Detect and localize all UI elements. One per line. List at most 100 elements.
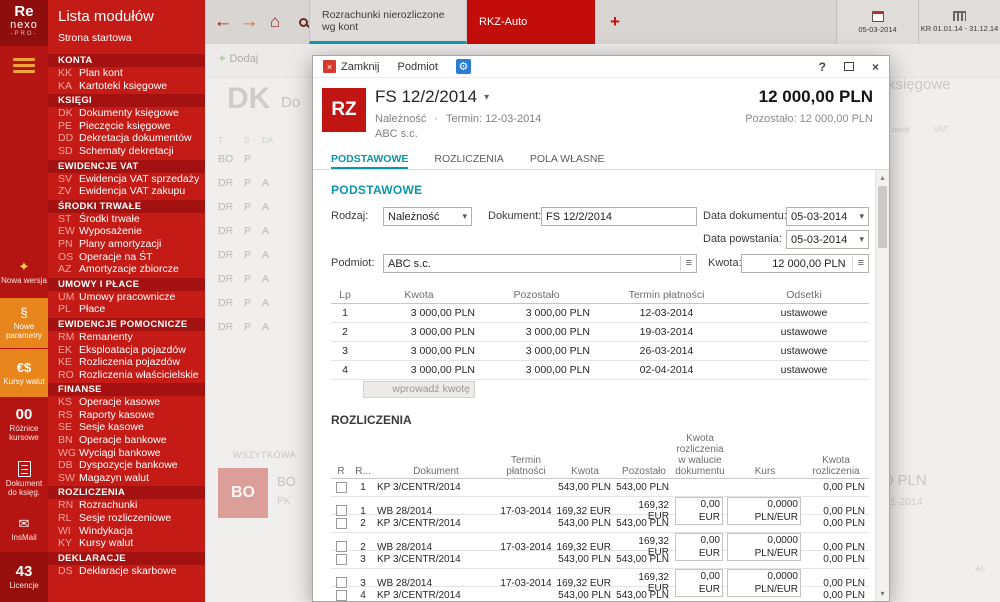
sidebar-item-sw[interactable]: SW Magazyn walut — [48, 472, 205, 485]
sidebar-item-pn[interactable]: PN Plany amortyzacji — [48, 238, 205, 251]
sidebar-item-pl[interactable]: PL Płace — [48, 303, 205, 316]
row-checkbox[interactable] — [335, 541, 347, 553]
rail-item-exchange-rates[interactable]: €$ Kursy walut — [0, 349, 48, 397]
data-powstania-select[interactable]: 05-03-2014 ▾ — [786, 230, 869, 249]
rail-item-insmail[interactable]: ✉ InsMail — [0, 509, 48, 549]
close-button[interactable]: × — [872, 60, 879, 74]
sidebar-item-rn[interactable]: RN Rozrachunki — [48, 499, 205, 512]
tab-pola-wlasne[interactable]: POLA WŁASNE — [530, 151, 605, 169]
sidebar-item-se[interactable]: SE Sesje kasowe — [48, 421, 205, 434]
sidebar-item-sd[interactable]: SD Schematy dekretacji — [48, 145, 205, 158]
data-dokumentu-select[interactable]: 05-03-2014 ▾ — [786, 207, 869, 226]
new-tab-button[interactable]: + — [603, 0, 627, 44]
module-code: SE — [58, 421, 73, 434]
sidebar-item-wg[interactable]: WG Wyciągi bankowe — [48, 447, 205, 460]
kwota-input[interactable]: 12 000,00 PLN ≡ — [741, 254, 869, 273]
scroll-down-icon[interactable]: ▾ — [876, 587, 889, 600]
kwota-waluta-input[interactable]: 0,00 EUR — [675, 569, 723, 597]
sidebar-item-ek[interactable]: EK Eksploatacja pojazdów — [48, 344, 205, 357]
rail-item-exchange-differences[interactable]: 00 Różnice kursowe — [0, 401, 48, 447]
menu-icon[interactable] — [13, 58, 35, 76]
row-checkbox[interactable] — [335, 517, 347, 529]
kwota-waluta-input[interactable]: 0,00 EUR — [675, 533, 723, 561]
module-label: Sesje rozliczeniowe — [79, 512, 172, 525]
schedule-row[interactable]: 3 3 000,00 PLN 3 000,00 PLN 26-03-2014 ustaw… — [331, 342, 869, 361]
row-checkbox[interactable] — [335, 481, 347, 493]
sidebar-item-kk[interactable]: KK Plan kont — [48, 67, 205, 80]
sidebar-item-sv[interactable]: SV Ewidencja VAT sprzedaży — [48, 173, 205, 186]
select-cell — [331, 517, 351, 529]
sidebar-item-db[interactable]: DB Dyspozycje bankowe — [48, 459, 205, 472]
schedule-row[interactable]: 4 3 000,00 PLN 3 000,00 PLN 02-04-2014 ustaw… — [331, 361, 869, 380]
podmiot-input[interactable]: ABC s.c. ≡ — [383, 254, 697, 273]
dialog-scrollbar[interactable]: ▴ ▾ — [875, 170, 889, 601]
period-widget[interactable]: KR 01.01.14 - 31.12.14 — [918, 0, 1000, 44]
close-menu-item[interactable]: × Zamknij — [323, 60, 380, 73]
forward-icon[interactable]: → — [237, 0, 261, 44]
rail-item-document-to-post[interactable]: Dokument do księg. — [0, 452, 48, 506]
row-checkbox[interactable] — [335, 553, 347, 565]
back-icon[interactable]: ← — [211, 0, 235, 44]
schedule-row[interactable]: 1 3 000,00 PLN 3 000,00 PLN 12-03-2014 ustaw… — [331, 304, 869, 323]
row-checkbox[interactable] — [335, 505, 347, 517]
home-icon[interactable]: ⌂ — [263, 0, 287, 44]
tab-rozrachunki[interactable]: Rozrachunki nierozliczone wg kont — [309, 0, 467, 44]
podmiot-label: Podmiot: — [331, 257, 375, 269]
maximize-button[interactable] — [843, 60, 854, 74]
date-widget[interactable]: 05-03-2014 — [836, 0, 918, 44]
rodzaj-select[interactable]: Należność ▾ — [383, 207, 472, 226]
termin-cell: 19-03-2014 — [639, 326, 694, 338]
sidebar-item-ro[interactable]: RO Rozliczenia właścicielskie — [48, 369, 205, 382]
podmiot-menu-item[interactable]: Podmiot — [398, 61, 438, 73]
sidebar-item-wi[interactable]: WI Windykacja — [48, 525, 205, 538]
sidebar-item-os[interactable]: OS Operacje na ŚT — [48, 251, 205, 264]
schedule-row[interactable]: 2 3 000,00 PLN 3 000,00 PLN 19-03-2014 ustaw… — [331, 323, 869, 342]
dokument-cell: KP 3/CENTR/2014 — [377, 590, 461, 601]
sidebar-item-dk[interactable]: DK Dokumenty księgowe — [48, 107, 205, 120]
settlement-row[interactable]: 1 KP 3/CENTR/2014 543,00 PLN 543,00 PLN 0,00… — [331, 479, 869, 497]
scroll-up-icon[interactable]: ▴ — [876, 171, 889, 184]
tab-podstawowe[interactable]: PODSTAWOWE — [331, 151, 409, 169]
settlement-row[interactable]: 2 WB 28/2014 17-03-2014 169,32 EUR 169,32 EU… — [331, 533, 869, 561]
sidebar-item-home[interactable]: Strona startowa — [48, 29, 205, 52]
list-menu-icon[interactable]: ≡ — [679, 256, 692, 271]
rail-item-new-parameters[interactable]: § Nowe parametry — [0, 298, 48, 348]
list-menu-icon[interactable]: ≡ — [851, 256, 864, 271]
row-checkbox[interactable] — [335, 589, 347, 601]
sidebar-item-um[interactable]: UM Umowy pracownicze — [48, 291, 205, 304]
scrollbar-thumb[interactable] — [878, 186, 887, 248]
settlement-row[interactable]: 1 WB 28/2014 17-03-2014 169,32 EUR 169,32 EU… — [331, 497, 869, 525]
rail-item-new-version[interactable]: ✦ Nowa wersja — [0, 250, 48, 294]
sidebar-item-dd[interactable]: DD Dekretacja dokumentów — [48, 132, 205, 145]
kurs-input[interactable]: 0,0000 PLN/EUR — [727, 569, 801, 597]
sidebar-item-ks[interactable]: KS Operacje kasowe — [48, 396, 205, 409]
sidebar-item-bn[interactable]: BN Operacje bankowe — [48, 434, 205, 447]
document-title[interactable]: FS 12/2/2014 ▾ — [375, 87, 489, 107]
sidebar-item-ke[interactable]: KE Rozliczenia pojazdów — [48, 356, 205, 369]
sidebar-item-az[interactable]: AZ Amortyzacje zbiorcze — [48, 263, 205, 276]
help-button[interactable]: ? — [819, 60, 826, 74]
sidebar-item-ew[interactable]: EW Wyposażenie — [48, 225, 205, 238]
sidebar-item-ky[interactable]: KY Kursy walut — [48, 537, 205, 550]
kurs-input[interactable]: 0,0000 PLN/EUR — [727, 533, 801, 561]
sidebar-item-st[interactable]: ST Środki trwałe — [48, 213, 205, 226]
amount-entry-input[interactable]: wprowadź kwotę — [363, 381, 475, 398]
module-code: SV — [58, 172, 73, 185]
sidebar-item-zv[interactable]: ZV Ewidencja VAT zakupu — [48, 185, 205, 198]
kurs-input[interactable]: 0,0000 PLN/EUR — [727, 497, 801, 525]
sidebar-item-ka[interactable]: KA Kartoteki księgowe — [48, 80, 205, 93]
sidebar-item-rs[interactable]: RS Raporty kasowe — [48, 409, 205, 422]
rail-item-licenses[interactable]: 43 Licencje — [0, 552, 48, 602]
sidebar-item-rl[interactable]: RL Sesje rozliczeniowe — [48, 512, 205, 525]
sidebar-item-rm[interactable]: RM Remanenty — [48, 331, 205, 344]
settlement-row[interactable]: 3 WB 28/2014 17-03-2014 169,32 EUR 169,32 EU… — [331, 569, 869, 597]
dokument-input[interactable]: FS 12/2/2014 — [541, 207, 697, 226]
tab-rkz-auto[interactable]: RKZ-Auto — [467, 0, 595, 44]
sidebar-item-pe[interactable]: PE Pieczęcie księgowe — [48, 120, 205, 133]
tab-rozliczenia[interactable]: ROZLICZENIA — [434, 151, 503, 169]
settings-gear-icon[interactable]: ⚙ — [455, 59, 471, 74]
pozostalo-cell: 543,00 PLN — [616, 554, 669, 565]
sidebar-item-ds[interactable]: DS Deklaracje skarbowe — [48, 565, 205, 578]
kwota-waluta-input[interactable]: 0,00 EUR — [675, 497, 723, 525]
row-checkbox[interactable] — [335, 577, 347, 589]
